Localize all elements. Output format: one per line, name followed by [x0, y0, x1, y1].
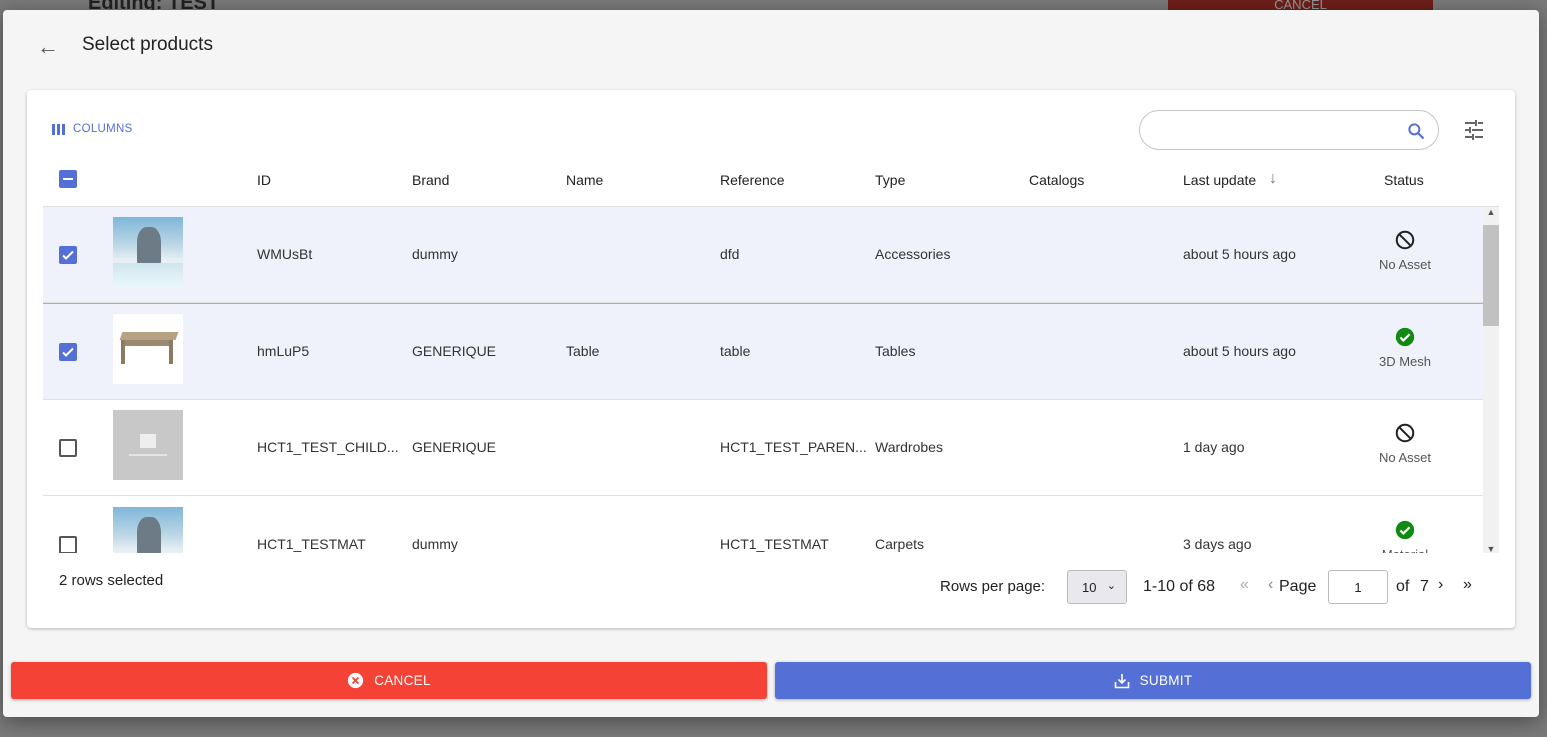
status-cell: No Asset: [1360, 229, 1450, 272]
cell-id: WMUsBt: [257, 246, 313, 262]
product-thumbnail: [113, 313, 183, 384]
header-last-update[interactable]: Last update: [1183, 172, 1256, 188]
table-header: ID Brand Name Reference Type Catalogs La…: [27, 170, 1515, 206]
sort-arrow-down-icon[interactable]: ↓: [1269, 170, 1277, 188]
cell-brand: dummy: [412, 535, 458, 552]
columns-button[interactable]: COLUMNS: [52, 123, 133, 135]
rows-per-page-label: Rows per page:: [940, 578, 1046, 595]
first-page-icon[interactable]: «: [1240, 576, 1249, 594]
cell-type: Carpets: [875, 535, 925, 552]
header-type[interactable]: Type: [875, 172, 905, 188]
header-id[interactable]: ID: [257, 172, 271, 188]
cell-type: Tables: [875, 342, 916, 359]
page-label: Page: [1279, 578, 1317, 595]
header-status[interactable]: Status: [1384, 172, 1424, 188]
last-page-icon[interactable]: »: [1463, 576, 1472, 594]
cell-reference: dfd: [720, 246, 740, 262]
table-row[interactable]: hmLuP5 GENERIQUE Table table Tables about 5 h…: [43, 303, 1483, 400]
product-thumbnail: [113, 410, 183, 480]
selected-rows-count: 2 rows selected: [59, 572, 164, 589]
table-row[interactable]: HCT1_TESTMAT dummy HCT1_TESTMAT Carpets 3 da…: [43, 497, 1483, 554]
scrollbar-thumb[interactable]: [1483, 225, 1499, 326]
block-icon: [1360, 229, 1450, 251]
submit-label: SUBMIT: [1139, 673, 1193, 688]
cell-type: Accessories: [875, 246, 951, 262]
cell-brand: GENERIQUE: [412, 439, 497, 455]
cell-brand: dummy: [412, 246, 458, 262]
block-icon: [1360, 422, 1450, 444]
rows-per-page-select[interactable]: 10 ⌄: [1067, 570, 1127, 604]
cell-last-update: 1 day ago: [1183, 439, 1245, 455]
cancel-label: CANCEL: [374, 673, 431, 688]
product-thumbnail: [113, 506, 183, 553]
check-circle-icon: [1360, 326, 1450, 348]
select-products-dialog: ← Select products COLUMNS ID Brand Name …: [3, 10, 1539, 717]
submit-button[interactable]: SUBMIT: [775, 662, 1531, 699]
cell-id: HCT1_TESTMAT: [257, 535, 366, 552]
next-page-icon[interactable]: ›: [1438, 576, 1443, 594]
status-cell: Material: [1360, 519, 1450, 554]
products-table-card: COLUMNS ID Brand Name Reference Type Cat…: [27, 90, 1515, 628]
cell-type: Wardrobes: [875, 439, 943, 455]
status-cell: 3D Mesh: [1360, 326, 1450, 369]
rows-per-page-value: 10: [1082, 580, 1097, 595]
search-input[interactable]: [1139, 110, 1439, 150]
header-catalogs[interactable]: Catalogs: [1029, 172, 1084, 188]
row-checkbox[interactable]: [59, 439, 77, 457]
status-label: No Asset: [1378, 450, 1432, 465]
cancel-circle-icon: [348, 672, 364, 689]
header-name[interactable]: Name: [566, 172, 603, 188]
status-label: No Asset: [1378, 257, 1432, 272]
check-circle-icon: [1360, 519, 1450, 541]
cell-brand: GENERIQUE: [412, 342, 497, 359]
cell-reference: table: [720, 342, 751, 359]
page-input[interactable]: 1: [1328, 570, 1388, 604]
product-thumbnail: [113, 217, 183, 287]
columns-label: COLUMNS: [73, 123, 133, 135]
row-checkbox[interactable]: [59, 246, 77, 264]
cancel-button[interactable]: CANCEL: [11, 662, 767, 699]
filter-settings-icon[interactable]: [1463, 120, 1485, 140]
cell-last-update: about 5 hours ago: [1183, 342, 1296, 359]
cell-last-update: about 5 hours ago: [1183, 246, 1296, 262]
chevron-down-icon: ⌄: [1106, 580, 1116, 592]
dialog-title: Select products: [82, 34, 213, 55]
status-label: 3D Mesh: [1378, 353, 1432, 369]
cell-name: Table: [566, 342, 600, 359]
table-row[interactable]: WMUsBt dummy dfd Accessories about 5 hours a…: [43, 207, 1484, 304]
row-checkbox[interactable]: [59, 342, 77, 361]
table-body: HCT1_TESTMAT dummy HCT1_TESTMAT Carpets 3 da…: [43, 206, 1499, 553]
vertical-scrollbar[interactable]: ▲ ▼: [1483, 207, 1499, 553]
cell-reference: HCT1_TESTMAT: [720, 535, 829, 552]
cell-last-update: 3 days ago: [1183, 535, 1252, 552]
cell-id: hmLuP5: [257, 342, 310, 359]
status-label: Material: [1382, 547, 1428, 554]
previous-page-icon[interactable]: ‹: [1268, 576, 1273, 594]
page-range: 1-10 of 68: [1143, 578, 1216, 595]
row-checkbox[interactable]: [59, 535, 77, 553]
table-row[interactable]: HCT1_TEST_CHILD... GENERIQUE HCT1_TEST_PAR…: [43, 400, 1483, 496]
cell-reference: HCT1_TEST_PAREN...: [720, 439, 867, 455]
back-arrow-icon[interactable]: ←: [37, 34, 59, 60]
header-reference[interactable]: Reference: [720, 172, 785, 188]
cell-id: HCT1_TEST_CHILD...: [257, 439, 399, 455]
total-pages: 7: [1420, 578, 1429, 595]
header-brand[interactable]: Brand: [412, 172, 449, 188]
columns-icon: [52, 123, 65, 135]
select-all-checkbox[interactable]: [59, 170, 77, 188]
of-label: of: [1396, 578, 1410, 595]
status-cell: No Asset: [1360, 422, 1450, 465]
search-icon[interactable]: [1406, 121, 1426, 141]
download-icon: [1114, 673, 1129, 688]
